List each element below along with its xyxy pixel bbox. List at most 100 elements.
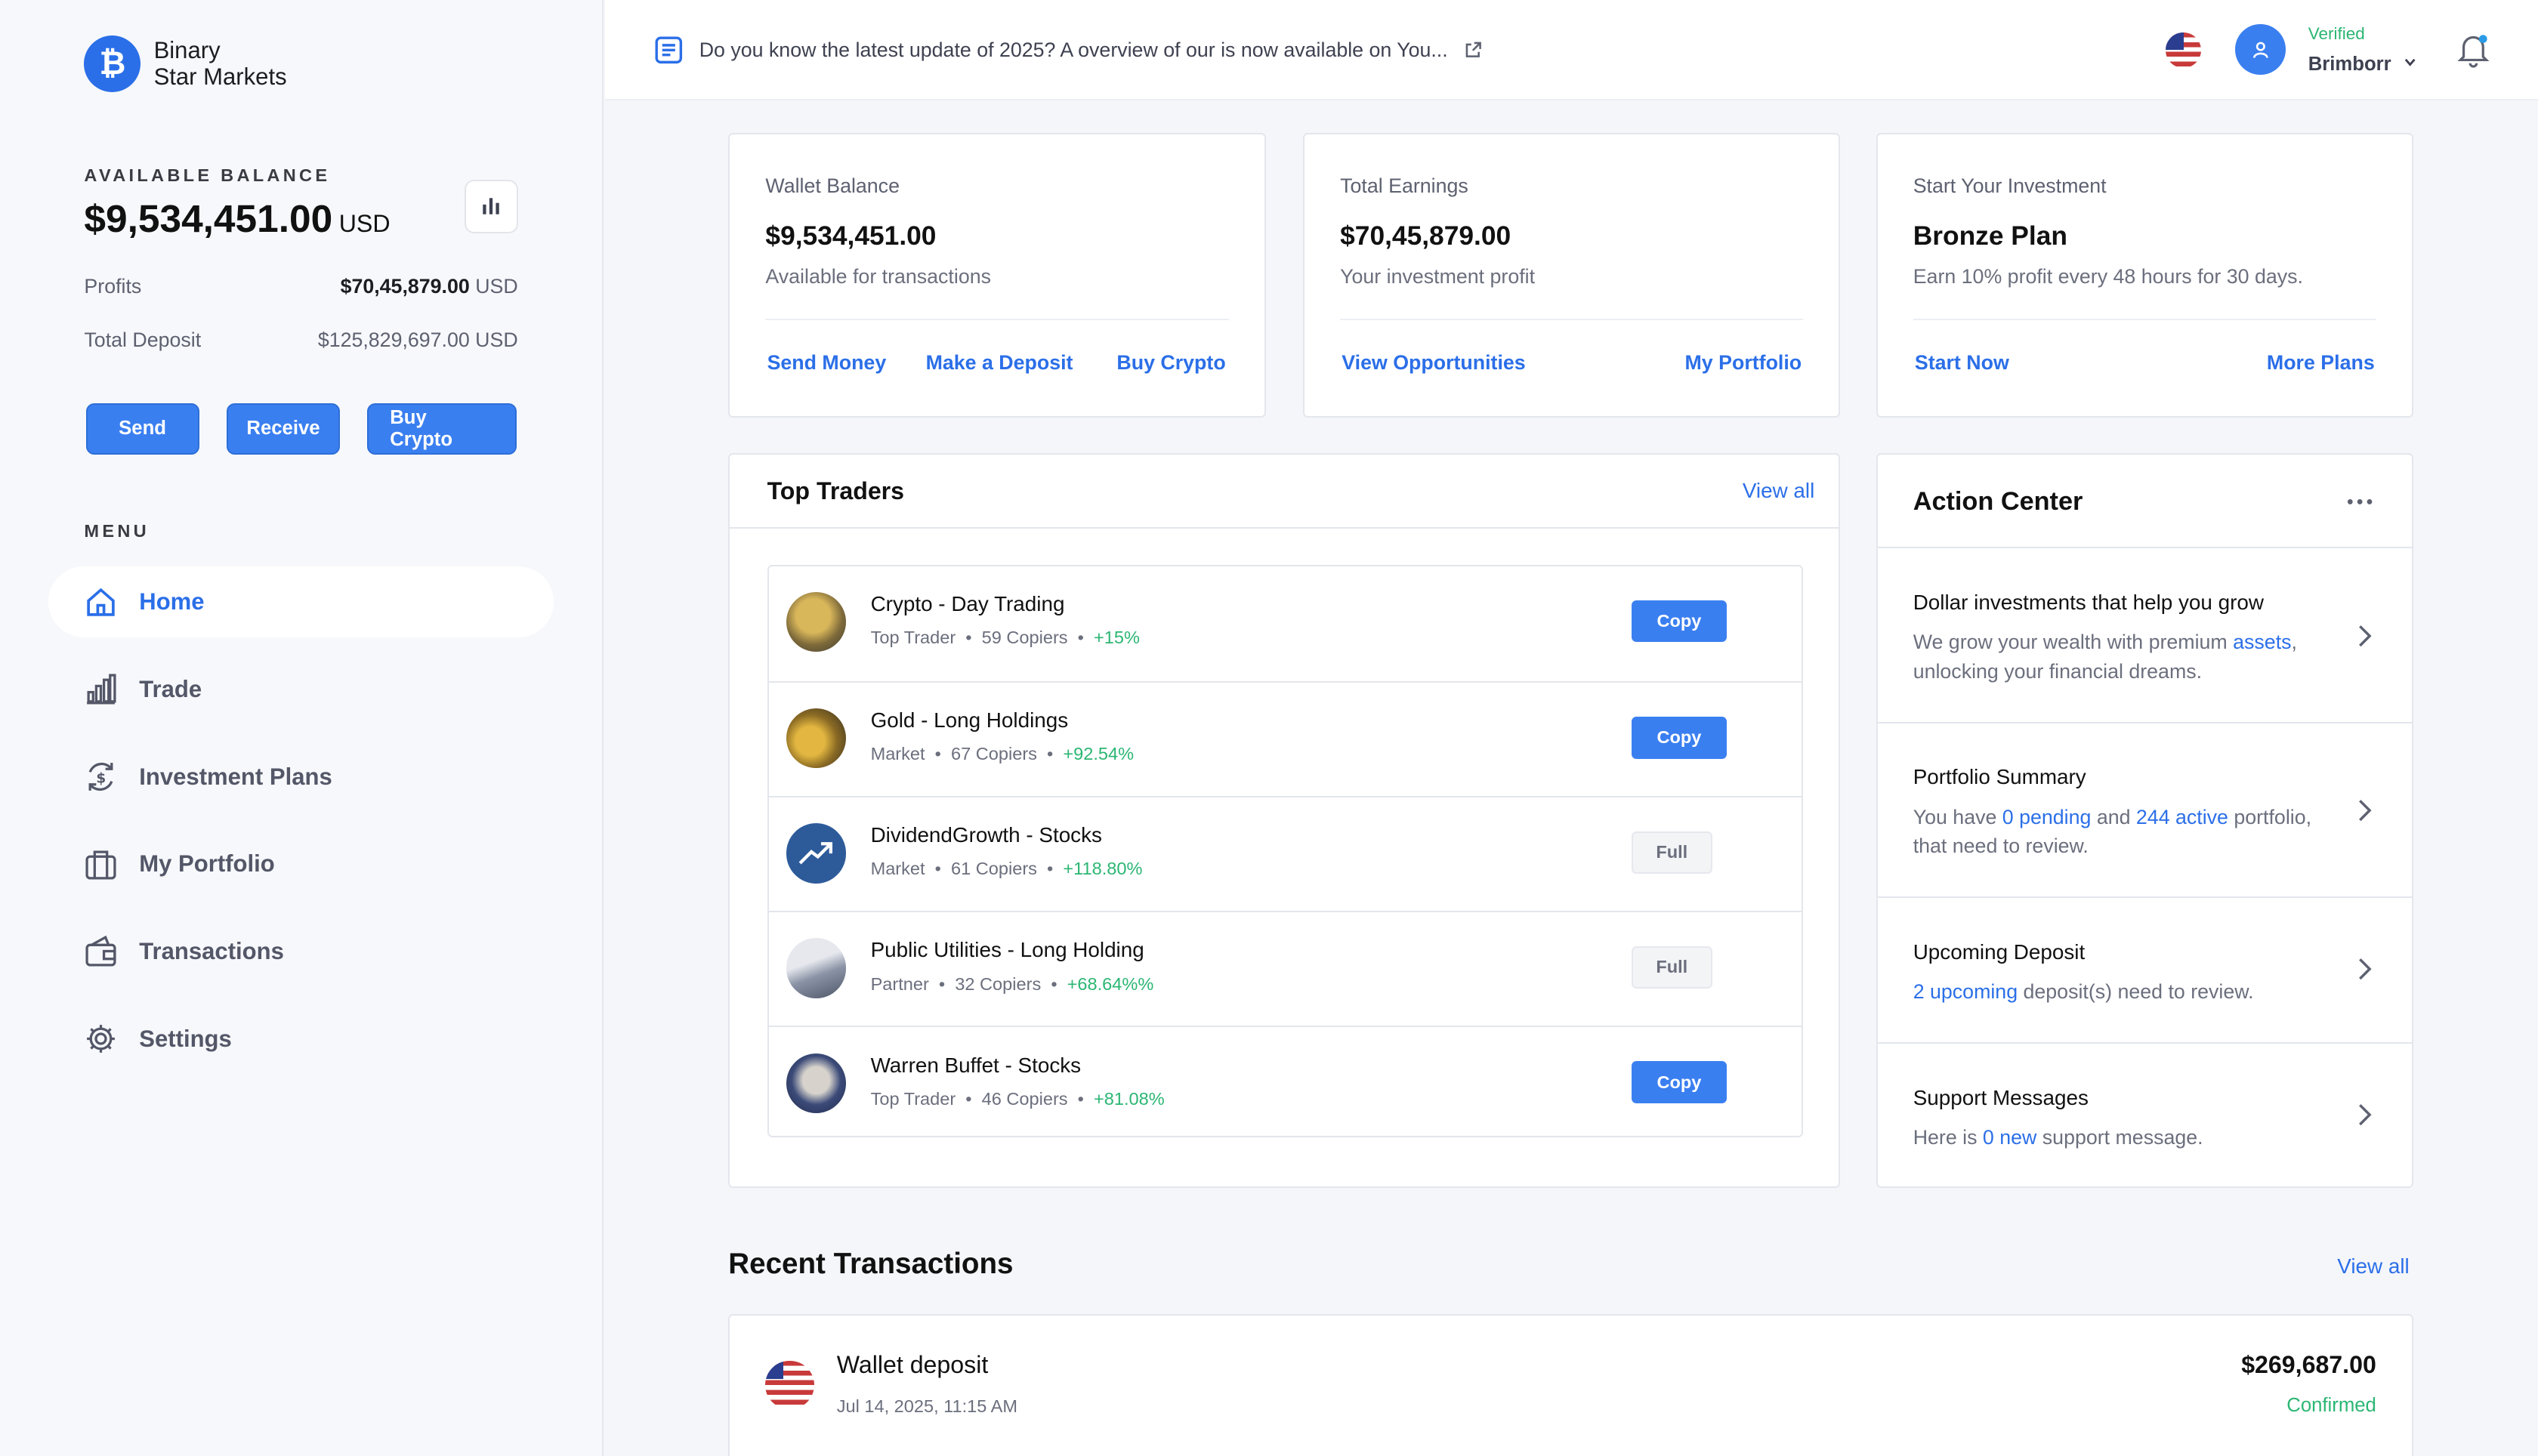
transaction-amount: $269,687.00 bbox=[2241, 1351, 2376, 1379]
invest-card-value: Bronze Plan bbox=[1913, 221, 2067, 251]
desc-text: support message. bbox=[2036, 1125, 2203, 1149]
trader-name: DividendGrowth - Stocks bbox=[870, 823, 1102, 847]
desc-text: Here is bbox=[1913, 1125, 1983, 1149]
trader-gain: +81.08% bbox=[1094, 1088, 1165, 1109]
wallet-card-label: Wallet Balance bbox=[765, 174, 900, 198]
user-avatar[interactable] bbox=[2235, 24, 2286, 75]
menu-label: MENU bbox=[84, 521, 150, 541]
trader-row[interactable]: Crypto - Day Trading Top Trader • 59 Cop… bbox=[769, 566, 1802, 681]
invest-card-sub: Earn 10% profit every 48 hours for 30 da… bbox=[1913, 265, 2303, 288]
receive-button[interactable]: Receive bbox=[226, 403, 340, 455]
nav-trade[interactable]: Trade bbox=[48, 654, 554, 725]
news-text: Do you know the latest update of 2025? A… bbox=[699, 38, 1448, 61]
desc-text: deposit(s) need to review. bbox=[2018, 980, 2254, 1003]
recent-transactions-view-all[interactable]: View all bbox=[2337, 1254, 2409, 1279]
trader-name: Gold - Long Holdings bbox=[870, 708, 1069, 733]
notification-button[interactable] bbox=[2457, 32, 2490, 75]
balance-label: AVAILABLE BALANCE bbox=[84, 165, 331, 185]
transaction-title: Wallet deposit bbox=[836, 1351, 989, 1379]
brand-line-2: Star Markets bbox=[153, 63, 287, 90]
desc-text: You have bbox=[1913, 805, 2002, 828]
balance-chart-button[interactable] bbox=[465, 179, 518, 233]
trader-row[interactable]: Public Utilities - Long Holding Partner … bbox=[768, 911, 1802, 1026]
trader-name: Warren Buffet - Stocks bbox=[870, 1053, 1082, 1077]
action-item-investments[interactable]: Dollar investments that help you grow We… bbox=[1877, 547, 2412, 721]
action-item-title: Upcoming Deposit bbox=[1913, 939, 2086, 964]
nav-trade-label: Trade bbox=[139, 675, 202, 702]
total-earnings-card: Total Earnings $70,45,879.00 Your invest… bbox=[1303, 132, 1841, 418]
chevron-down-icon bbox=[2405, 59, 2416, 67]
pending-link[interactable]: 0 pending bbox=[2002, 806, 2092, 828]
buy-crypto-button[interactable]: Buy Crypto bbox=[367, 403, 517, 455]
trend-up-icon bbox=[798, 841, 833, 865]
action-item-upcoming-deposit[interactable]: Upcoming Deposit 2 upcoming deposit(s) n… bbox=[1877, 896, 2412, 1042]
more-options-icon[interactable] bbox=[2347, 497, 2373, 507]
trader-role: Market bbox=[870, 859, 925, 879]
send-button[interactable]: Send bbox=[85, 403, 199, 455]
trader-gain: +118.80% bbox=[1063, 859, 1143, 879]
briefcase-icon bbox=[85, 850, 116, 880]
gear-icon bbox=[87, 1025, 116, 1053]
copy-button[interactable]: Copy bbox=[1631, 600, 1728, 643]
top-bar: Do you know the latest update of 2025? A… bbox=[605, 0, 2538, 100]
trader-row[interactable]: Warren Buffet - Stocks Top Trader • 46 C… bbox=[768, 1026, 1802, 1140]
active-link[interactable]: 244 active bbox=[2136, 806, 2228, 828]
exchange-icon: $ bbox=[88, 762, 113, 791]
send-money-link[interactable]: Send Money bbox=[767, 351, 887, 375]
full-button[interactable]: Full bbox=[1631, 831, 1712, 874]
nav-settings-label: Settings bbox=[139, 1025, 232, 1052]
trader-meta: Top Trader • 46 Copiers • +81.08% bbox=[870, 1088, 1165, 1109]
my-portfolio-link[interactable]: My Portfolio bbox=[1685, 351, 1802, 375]
trader-copiers: 46 Copiers bbox=[981, 1088, 1068, 1109]
svg-text:$: $ bbox=[97, 771, 107, 787]
us-flag-icon[interactable] bbox=[2166, 32, 2202, 68]
trader-role: Market bbox=[870, 744, 925, 764]
news-banner[interactable]: Do you know the latest update of 2025? A… bbox=[654, 35, 1482, 65]
transaction-date: Jul 14, 2025, 11:15 AM bbox=[836, 1396, 1017, 1417]
earnings-card-label: Total Earnings bbox=[1340, 174, 1468, 198]
document-icon bbox=[655, 36, 682, 64]
start-now-link[interactable]: Start Now bbox=[1915, 351, 2009, 375]
trader-row[interactable]: DividendGrowth - Stocks Market • 61 Copi… bbox=[768, 795, 1802, 911]
nav-investment-plans[interactable]: $ Investment Plans bbox=[48, 741, 554, 812]
nav-home-label: Home bbox=[139, 588, 205, 615]
upcoming-link[interactable]: 2 upcoming bbox=[1913, 980, 2018, 1003]
earnings-card-value: $70,45,879.00 bbox=[1340, 221, 1511, 251]
user-menu[interactable]: Brimborr bbox=[2308, 54, 2418, 76]
desc-text: We grow your wealth with premium bbox=[1913, 631, 2234, 654]
action-item-support-messages[interactable]: Support Messages Here is 0 new support m… bbox=[1877, 1041, 2412, 1188]
deposit-row: Total Deposit $125,829,697.00 USD bbox=[84, 329, 517, 352]
wallet-card-sub: Available for transactions bbox=[765, 265, 991, 288]
copy-button[interactable]: Copy bbox=[1631, 1061, 1728, 1103]
assets-link[interactable]: assets bbox=[2233, 631, 2291, 653]
brand[interactable]: ₿ Binary Star Markets bbox=[84, 35, 287, 93]
nav-transactions[interactable]: Transactions bbox=[48, 916, 554, 987]
invest-card-label: Start Your Investment bbox=[1913, 174, 2107, 198]
action-item-portfolio-summary[interactable]: Portfolio Summary You have 0 pending and… bbox=[1877, 721, 2412, 896]
copy-button[interactable]: Copy bbox=[1631, 716, 1728, 759]
desc-text: and bbox=[2091, 805, 2136, 828]
nav-my-portfolio[interactable]: My Portfolio bbox=[48, 828, 554, 899]
nav-settings[interactable]: Settings bbox=[48, 1004, 554, 1075]
action-center-title: Action Center bbox=[1913, 486, 2083, 516]
trader-row[interactable]: Gold - Long Holdings Market • 67 Copiers… bbox=[768, 680, 1802, 796]
transaction-row[interactable]: Wallet deposit Jul 14, 2025, 11:15 AM $2… bbox=[728, 1314, 2413, 1456]
top-traders-view-all[interactable]: View all bbox=[1743, 479, 1814, 503]
new-messages-link[interactable]: 0 new bbox=[1983, 1126, 2036, 1149]
view-opportunities-link[interactable]: View Opportunities bbox=[1342, 351, 1525, 375]
full-button[interactable]: Full bbox=[1631, 946, 1712, 989]
wallet-card-value: $9,534,451.00 bbox=[765, 221, 937, 251]
bell-icon bbox=[2457, 35, 2490, 68]
more-plans-link[interactable]: More Plans bbox=[2267, 351, 2375, 375]
external-link-icon bbox=[1465, 42, 1481, 57]
trader-gain: +68.64%% bbox=[1067, 973, 1154, 994]
make-deposit-link[interactable]: Make a Deposit bbox=[926, 351, 1073, 375]
buy-crypto-link[interactable]: Buy Crypto bbox=[1116, 351, 1225, 375]
divider bbox=[765, 318, 1229, 320]
wallet-balance-card: Wallet Balance $9,534,451.00 Available f… bbox=[728, 132, 1266, 418]
nav-home[interactable]: Home bbox=[48, 566, 554, 638]
app-root: ₿ Binary Star Markets AVAILABLE BALANCE … bbox=[0, 0, 2538, 1456]
trader-avatar bbox=[786, 938, 847, 998]
profits-row: Profits $70,45,879.00 USD bbox=[84, 275, 517, 298]
trader-meta: Market • 61 Copiers • +118.80% bbox=[870, 859, 1143, 879]
